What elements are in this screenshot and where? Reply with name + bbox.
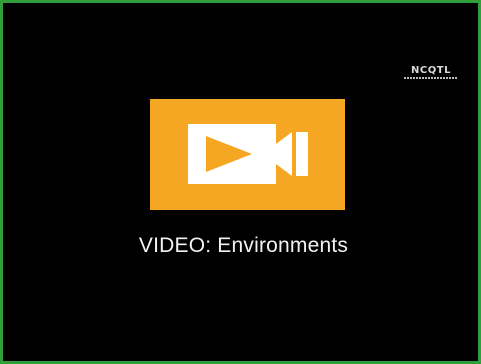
video-slide-frame: NCQTL VIDEO: Environments	[0, 0, 481, 364]
play-video-button[interactable]	[150, 99, 345, 210]
logo-text: NCQTL	[411, 65, 451, 76]
logo-tagline	[404, 77, 458, 79]
ncqtl-logo: NCQTL	[404, 65, 458, 79]
video-title: VIDEO: Environments	[138, 234, 349, 257]
video-camera-icon	[188, 124, 308, 184]
